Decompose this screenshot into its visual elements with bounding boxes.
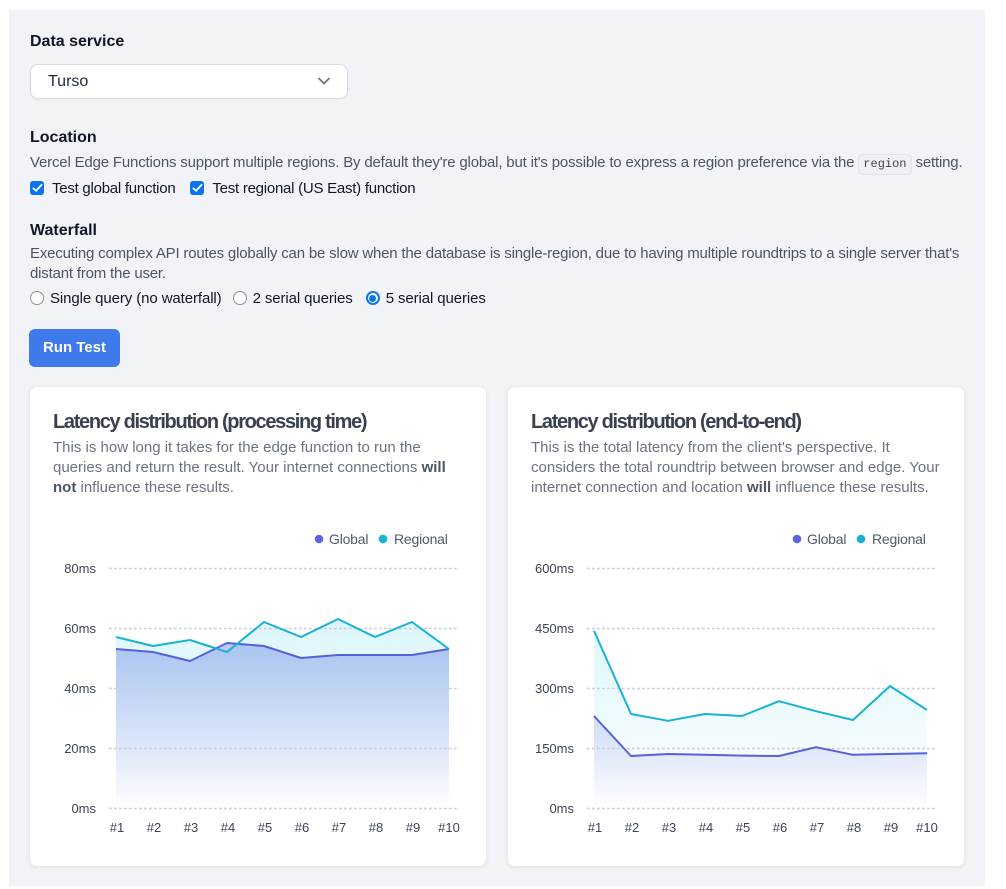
svg-text:150ms: 150ms [535,741,575,756]
svg-text:0ms: 0ms [549,801,574,816]
svg-text:#5: #5 [258,820,272,835]
svg-text:#10: #10 [916,820,938,835]
svg-text:Regional: Regional [872,531,926,547]
svg-text:#6: #6 [773,820,787,835]
svg-text:#4: #4 [699,820,713,835]
svg-text:40ms: 40ms [64,681,96,696]
svg-text:#1: #1 [588,820,602,835]
svg-text:300ms: 300ms [535,681,575,696]
svg-text:#9: #9 [406,820,420,835]
svg-text:#7: #7 [810,820,824,835]
svg-text:#7: #7 [332,820,346,835]
svg-text:#1: #1 [110,820,124,835]
svg-text:#3: #3 [184,820,198,835]
svg-text:#8: #8 [847,820,861,835]
svg-text:#5: #5 [736,820,750,835]
svg-text:Global: Global [329,531,368,547]
svg-text:20ms: 20ms [64,741,96,756]
svg-text:Regional: Regional [394,531,448,547]
svg-text:#8: #8 [369,820,383,835]
svg-text:#6: #6 [295,820,309,835]
svg-text:80ms: 80ms [64,561,96,576]
svg-text:#4: #4 [221,820,235,835]
svg-text:#2: #2 [625,820,639,835]
svg-text:600ms: 600ms [535,561,575,576]
svg-text:#9: #9 [884,820,898,835]
svg-text:#2: #2 [147,820,161,835]
svg-text:Global: Global [807,531,846,547]
svg-text:450ms: 450ms [535,621,575,636]
svg-text:#10: #10 [438,820,460,835]
svg-text:60ms: 60ms [64,621,96,636]
svg-text:0ms: 0ms [71,801,96,816]
svg-text:#3: #3 [662,820,676,835]
